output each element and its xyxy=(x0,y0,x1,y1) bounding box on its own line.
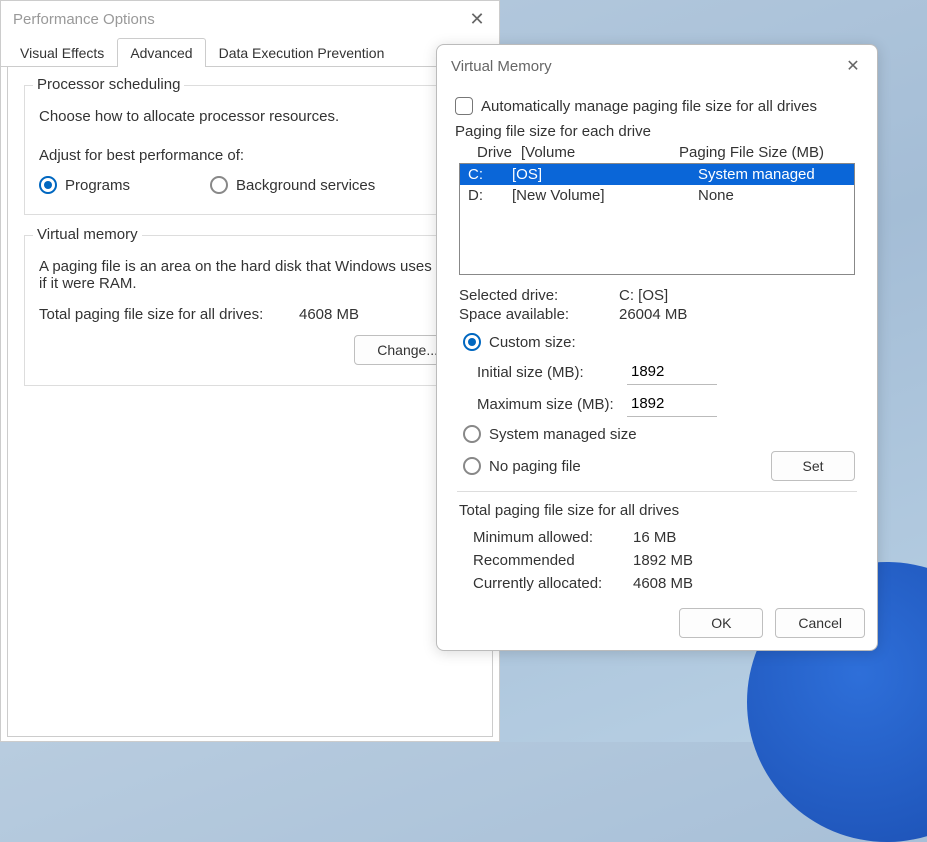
radio-icon xyxy=(463,333,481,351)
perf-tab-body: Processor scheduling Choose how to alloc… xyxy=(7,67,493,737)
close-icon[interactable]: ✕ xyxy=(843,56,863,76)
drive-volume: [OS] xyxy=(512,166,698,183)
paging-each-drive-group: Paging file size for each drive Drive [V… xyxy=(455,123,859,481)
radio-icon xyxy=(39,176,57,194)
radio-background-label: Background services xyxy=(236,177,375,194)
radio-programs-label: Programs xyxy=(65,177,130,194)
currently-allocated-value: 4608 MB xyxy=(633,575,693,592)
currently-allocated-label: Currently allocated: xyxy=(473,575,633,592)
selected-drive-label: Selected drive: xyxy=(459,287,619,304)
tab-dep[interactable]: Data Execution Prevention xyxy=(206,38,398,67)
virtual-memory-group: Virtual memory A paging file is an area … xyxy=(24,235,476,386)
performance-options-dialog: Performance Options ✕ Visual Effects Adv… xyxy=(0,0,500,742)
radio-custom-size[interactable]: Custom size: xyxy=(463,333,859,351)
min-allowed-label: Minimum allowed: xyxy=(473,529,633,546)
totals-group: Total paging file size for all drives Mi… xyxy=(459,502,859,592)
initial-size-input[interactable] xyxy=(627,359,717,385)
virtual-memory-desc: A paging file is an area on the hard dis… xyxy=(39,258,461,292)
col-volume: [Volume xyxy=(521,144,679,161)
vm-titlebar[interactable]: Virtual Memory ✕ xyxy=(437,45,877,87)
total-paging-value: 4608 MB xyxy=(299,306,359,323)
initial-size-label: Initial size (MB): xyxy=(477,364,617,381)
drive-volume: [New Volume] xyxy=(512,187,698,204)
radio-programs[interactable]: Programs xyxy=(39,176,130,194)
processor-scheduling-title: Processor scheduling xyxy=(33,76,184,93)
processor-scheduling-group: Processor scheduling Choose how to alloc… xyxy=(24,85,476,215)
tab-advanced[interactable]: Advanced xyxy=(117,38,205,67)
system-managed-label: System managed size xyxy=(489,426,637,443)
drive-size: System managed xyxy=(698,166,848,183)
tab-visual-effects[interactable]: Visual Effects xyxy=(7,38,117,67)
radio-background-services[interactable]: Background services xyxy=(210,176,375,194)
totals-title: Total paging file size for all drives xyxy=(459,502,859,519)
space-available-label: Space available: xyxy=(459,306,619,323)
set-button[interactable]: Set xyxy=(771,451,855,481)
perf-title: Performance Options xyxy=(13,11,155,28)
drive-row[interactable]: C: [OS] System managed xyxy=(460,164,854,185)
ok-button[interactable]: OK xyxy=(679,608,763,638)
divider xyxy=(457,491,857,492)
recommended-label: Recommended xyxy=(473,552,633,569)
cancel-button[interactable]: Cancel xyxy=(775,608,865,638)
drive-list-header: Drive [Volume Paging File Size (MB) xyxy=(471,144,855,161)
radio-icon xyxy=(463,457,481,475)
selected-drive-value: C: [OS] xyxy=(619,287,668,304)
close-icon[interactable]: ✕ xyxy=(467,9,487,30)
maximum-size-input[interactable] xyxy=(627,391,717,417)
drive-letter: C: xyxy=(466,166,512,183)
checkbox-icon xyxy=(455,97,473,115)
auto-manage-label: Automatically manage paging file size fo… xyxy=(481,98,817,115)
recommended-value: 1892 MB xyxy=(633,552,693,569)
radio-icon xyxy=(210,176,228,194)
radio-icon xyxy=(463,425,481,443)
adjust-label: Adjust for best performance of: xyxy=(39,147,461,164)
perf-titlebar[interactable]: Performance Options ✕ xyxy=(1,1,499,37)
no-paging-label: No paging file xyxy=(489,458,581,475)
total-paging-label: Total paging file size for all drives: xyxy=(39,306,299,323)
paging-each-drive-title: Paging file size for each drive xyxy=(455,123,859,140)
vm-dialog-buttons: OK Cancel xyxy=(437,600,877,638)
vm-body: Automatically manage paging file size fo… xyxy=(437,87,877,600)
drive-list[interactable]: C: [OS] System managed D: [New Volume] N… xyxy=(459,163,855,275)
radio-system-managed[interactable]: System managed size xyxy=(463,425,859,443)
processor-scheduling-desc: Choose how to allocate processor resourc… xyxy=(39,108,461,125)
drive-row[interactable]: D: [New Volume] None xyxy=(460,185,854,206)
min-allowed-value: 16 MB xyxy=(633,529,676,546)
virtual-memory-dialog: Virtual Memory ✕ Automatically manage pa… xyxy=(436,44,878,651)
radio-no-paging[interactable]: No paging file xyxy=(463,457,581,475)
vm-title: Virtual Memory xyxy=(451,58,552,75)
perf-tabstrip: Visual Effects Advanced Data Execution P… xyxy=(1,37,499,67)
virtual-memory-title: Virtual memory xyxy=(33,226,142,243)
space-available-value: 26004 MB xyxy=(619,306,687,323)
col-drive: Drive xyxy=(477,144,521,161)
custom-size-label: Custom size: xyxy=(489,334,576,351)
drive-size: None xyxy=(698,187,848,204)
auto-manage-checkbox[interactable]: Automatically manage paging file size fo… xyxy=(455,97,859,115)
maximum-size-label: Maximum size (MB): xyxy=(477,396,617,413)
col-pfs: Paging File Size (MB) xyxy=(679,144,849,161)
drive-letter: D: xyxy=(466,187,512,204)
